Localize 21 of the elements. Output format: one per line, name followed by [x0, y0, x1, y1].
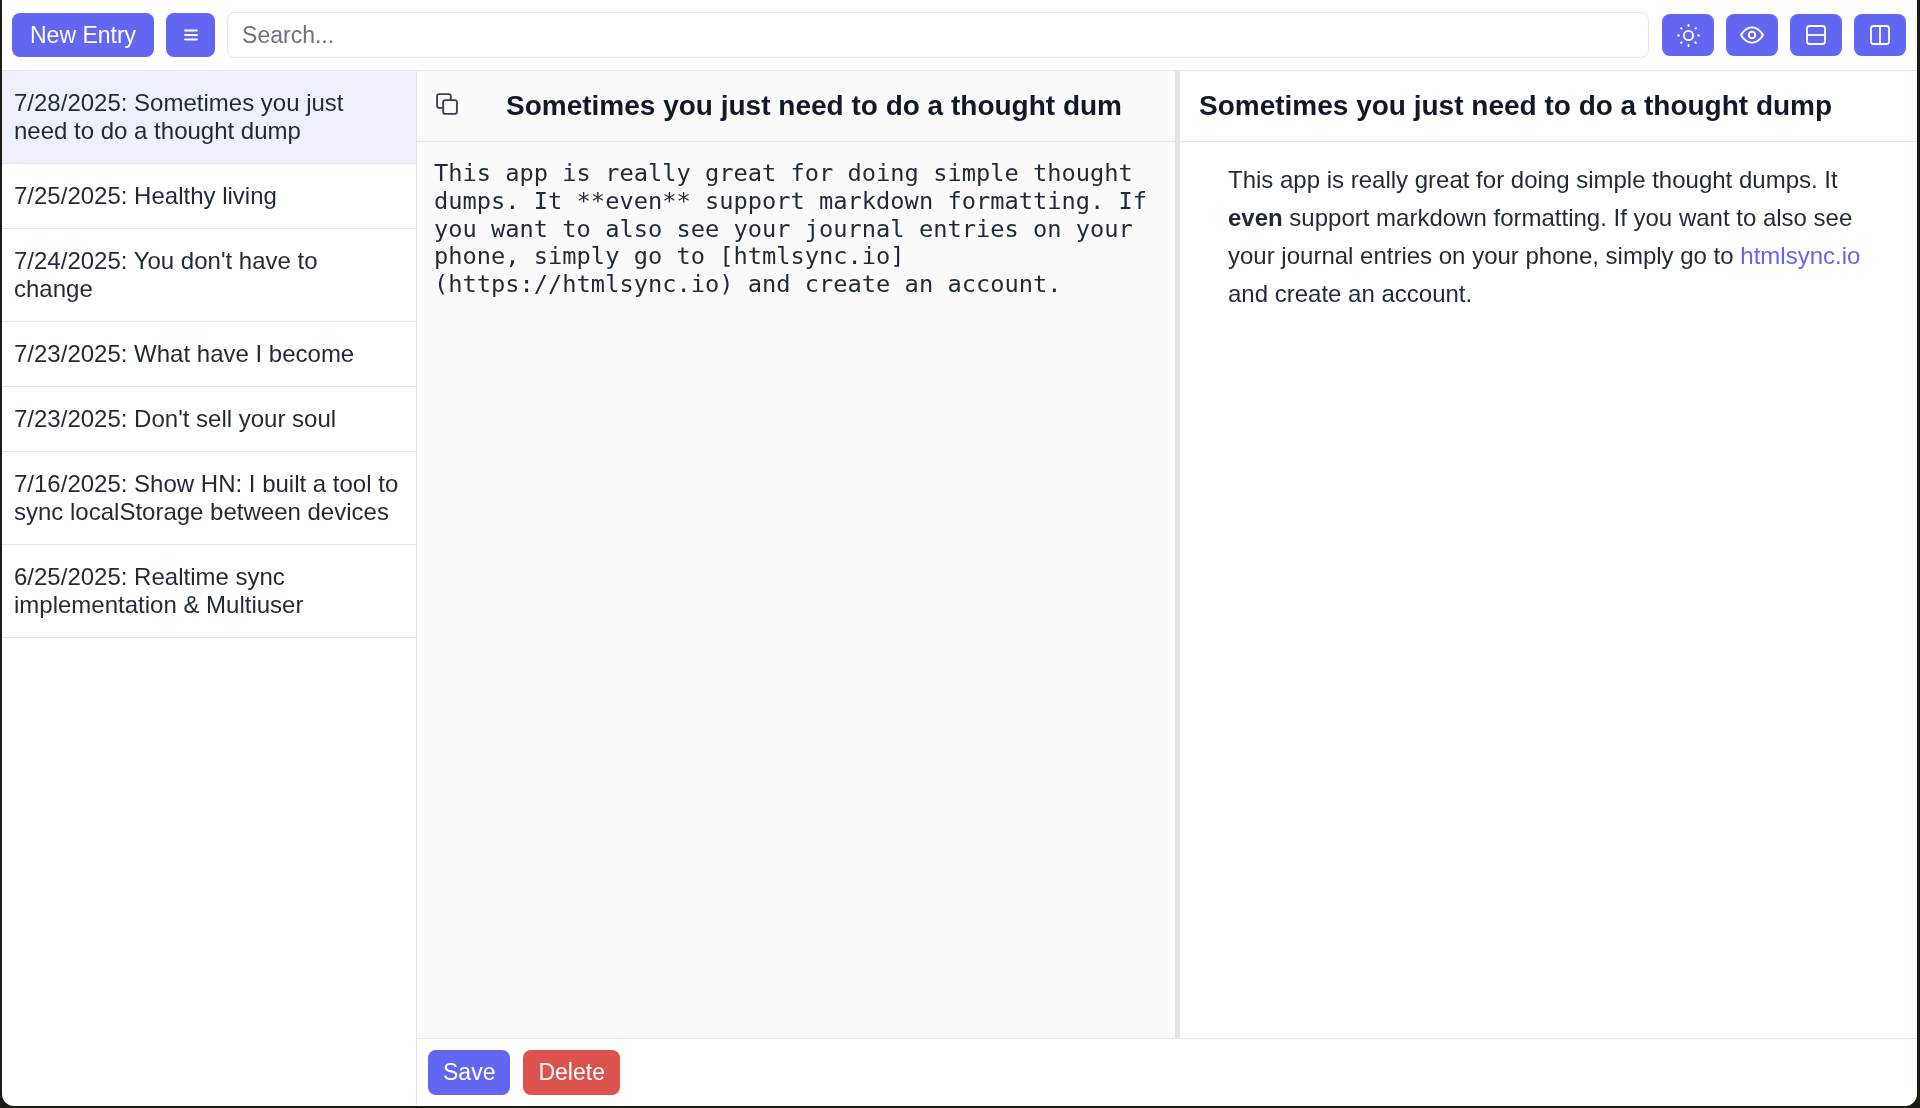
- toolbar-button[interactable]: [1854, 14, 1906, 56]
- sidebar-item[interactable]: 7/28/2025: Sometimes you just need to do a thought dump: [2, 71, 416, 164]
- preview-paragraph: This app is really great for doing simple thought dumps. It even support markdown formatting. If you want to also see your journal entries on your phone, simply go to htmlsync.io and create an account.: [1228, 165, 1862, 309]
- editor-field[interactable]: This app is really great for doing simple thought dumps. It **even** support markdown formatting. If you want to also see your journal entries on your phone, simply go to [htmlsync.io](https://htmlsync.io) and create an account.: [417, 142, 1175, 1038]
- rows-layout-icon: [1806, 25, 1826, 45]
- toolbar-button[interactable]: [1790, 14, 1842, 56]
- menu-button[interactable]: [166, 13, 216, 57]
- save-button[interactable]: Save: [428, 1050, 511, 1095]
- menu-icon: [183, 29, 198, 41]
- title-input[interactable]: Sometimes you just need to do a thought dum: [417, 71, 1175, 142]
- eye-icon: [1740, 26, 1764, 44]
- delete-button[interactable]: Delete: [523, 1050, 620, 1095]
- new-entry-button[interactable]: New Entry: [12, 13, 155, 57]
- columns-layout-icon: [1870, 25, 1890, 45]
- preview-title: Sometimes you just need to do a thought dump: [1199, 90, 1833, 122]
- toolbar-button[interactable]: [1662, 14, 1714, 56]
- toolbar-button[interactable]: [1726, 14, 1778, 56]
- preview-link[interactable]: htmlsync.io: [1740, 242, 1861, 269]
- copy-icon[interactable]: [436, 93, 458, 115]
- search-field[interactable]: Search...: [227, 12, 1649, 58]
- sun-icon: [1676, 23, 1700, 47]
